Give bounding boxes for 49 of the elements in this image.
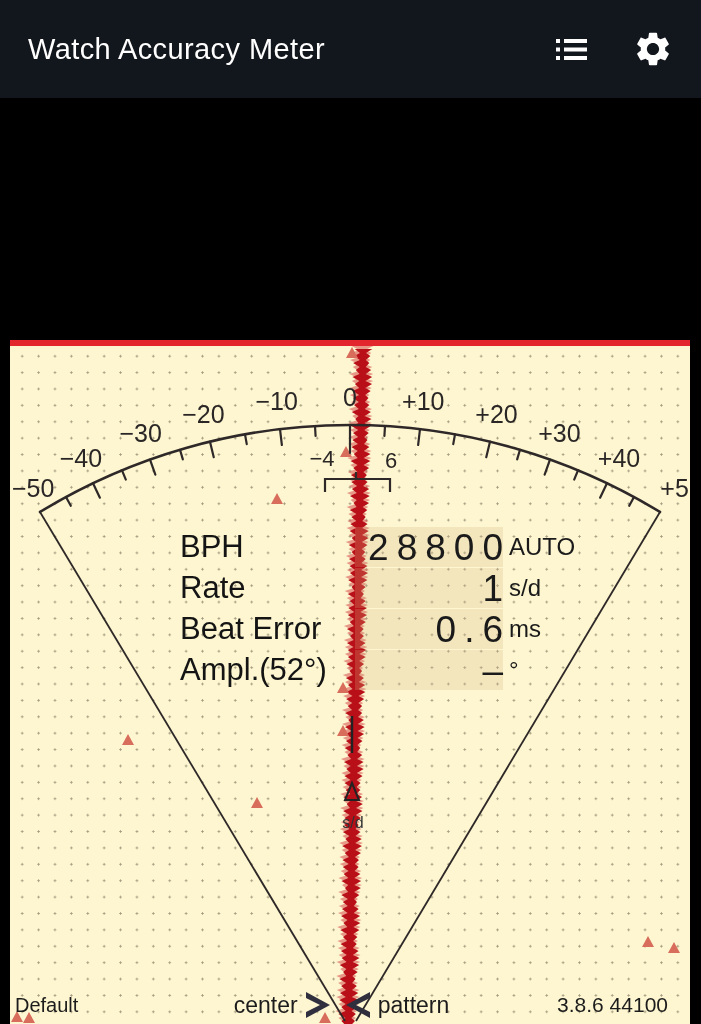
triangle-marker-icon <box>11 1011 23 1022</box>
readout-unit: AUTO <box>509 532 576 562</box>
readout-label: Rate <box>180 570 246 606</box>
scale-label: 0 <box>343 383 357 411</box>
triangle-marker-icon <box>668 942 680 953</box>
center-hint-label: center <box>233 991 298 1019</box>
scale-label: −20 <box>182 400 225 429</box>
settings-icon <box>637 32 669 66</box>
triangle-marker-icon <box>271 493 283 504</box>
scale-label: +5 <box>660 474 689 503</box>
readout-value: 0.6 <box>355 609 503 649</box>
triangle-marker-icon <box>23 1012 35 1023</box>
scale-label: +20 <box>475 400 518 429</box>
readout-unit: s/d <box>509 573 541 603</box>
triangle-marker-icon <box>319 1012 331 1023</box>
settings-button[interactable] <box>637 32 669 66</box>
scale-label: −30 <box>119 419 162 448</box>
readout-value: – <box>355 650 503 690</box>
triangle-marker-icon <box>337 725 349 736</box>
triangle-marker-icon <box>337 682 349 693</box>
scale-label: +40 <box>597 444 641 472</box>
app-title: Watch Accuracy Meter <box>28 32 325 66</box>
list-icon <box>556 38 587 60</box>
list-button[interactable] <box>556 38 587 60</box>
readout-unit: ° <box>509 655 519 685</box>
scale-label: −40 <box>59 444 103 472</box>
range-bracket <box>323 470 392 494</box>
readout-unit: ms <box>509 614 541 644</box>
triangle-marker-icon <box>642 936 654 947</box>
readout-value: 1 <box>355 568 503 608</box>
range-label: −4 <box>309 445 335 471</box>
chevron-right-icon <box>305 991 330 1019</box>
triangle-marker-icon <box>346 347 358 358</box>
pattern-hint-label: pattern <box>377 991 450 1019</box>
scale-label: +30 <box>538 419 581 448</box>
triangle-marker-icon <box>340 446 352 457</box>
scale-label: +10 <box>402 387 445 416</box>
readout-label: BPH <box>180 529 244 565</box>
triangle-marker-icon <box>122 734 134 745</box>
range-label: 6 <box>384 447 398 473</box>
readout-value: 28800 <box>355 527 503 567</box>
readout-label: Beat Error <box>180 611 322 647</box>
profile-label: Default <box>15 993 79 1017</box>
triangle-marker-icon <box>251 797 263 808</box>
chevron-left-icon <box>345 991 370 1019</box>
scale-label: −10 <box>255 387 298 416</box>
readout-label: Ampl.(52°) <box>180 652 327 688</box>
version-label: 3.8.6 44100 <box>557 993 668 1017</box>
scale-label: −50 <box>12 474 55 503</box>
